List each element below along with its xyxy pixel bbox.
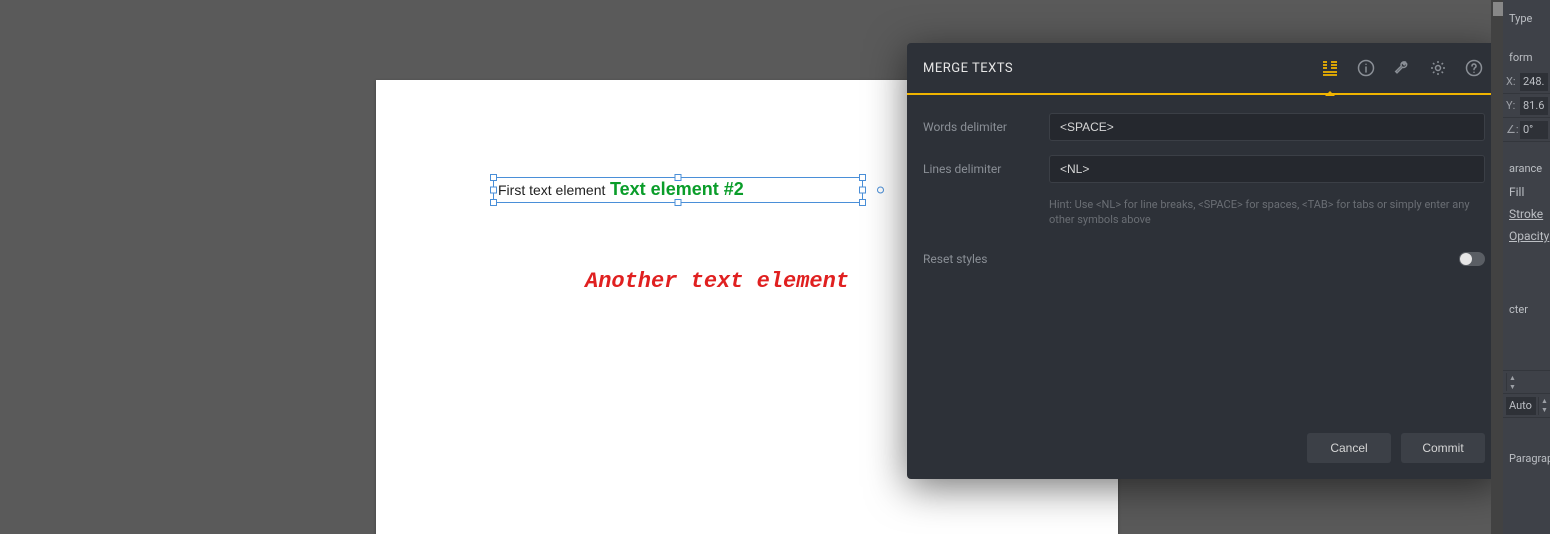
reset-styles-toggle[interactable] [1459, 252, 1485, 266]
appearance-section-title: arance [1503, 156, 1550, 181]
stepper[interactable]: ▲▼ [1538, 397, 1550, 415]
text-element-1[interactable]: First text element [498, 182, 605, 198]
rotation-handle[interactable] [877, 187, 884, 194]
toggle-knob [1460, 253, 1472, 265]
scrollbar-thumb[interactable] [1493, 2, 1503, 16]
auto-row: ▲▼ [1503, 370, 1550, 394]
dialog-body: Words delimiter Lines delimiter Hint: Us… [907, 95, 1501, 419]
merge-texts-dialog: MERGE TEXTS Words delimiter Lines d [907, 43, 1501, 479]
dialog-footer: Cancel Commit [907, 419, 1501, 479]
angle-row: ∠: 0° [1503, 118, 1550, 142]
y-value[interactable]: 81.6 [1520, 97, 1548, 115]
angle-label: ∠: [1506, 123, 1518, 136]
angle-value[interactable]: 0° [1520, 121, 1548, 139]
words-delimiter-row: Words delimiter [923, 113, 1485, 141]
stroke-link[interactable]: Stroke [1503, 203, 1550, 225]
lines-delimiter-row: Lines delimiter [923, 155, 1485, 183]
x-label: X: [1506, 75, 1518, 88]
auto-value-row: Auto ▲▼ [1503, 394, 1550, 418]
reset-styles-label: Reset styles [923, 252, 988, 266]
wrench-icon[interactable] [1391, 57, 1413, 79]
dialog-title: MERGE TEXTS [923, 61, 1319, 76]
selection-handle-sw[interactable] [490, 199, 497, 206]
type-section-title: Type [1503, 6, 1550, 31]
commit-button[interactable]: Commit [1401, 433, 1485, 463]
words-delimiter-label: Words delimiter [923, 120, 1033, 134]
help-icon[interactable] [1463, 57, 1485, 79]
stepper[interactable]: ▲▼ [1506, 373, 1518, 391]
transform-section-title: form [1503, 45, 1550, 70]
info-icon[interactable] [1355, 57, 1377, 79]
selection-handle-nw[interactable] [490, 174, 497, 181]
lines-delimiter-label: Lines delimiter [923, 162, 1033, 176]
text-element-2[interactable]: Text element #2 [610, 179, 744, 200]
options-tab-icon[interactable] [1319, 57, 1341, 79]
dialog-header: MERGE TEXTS [907, 43, 1501, 95]
gear-icon[interactable] [1427, 57, 1449, 79]
words-delimiter-input[interactable] [1049, 113, 1485, 141]
paragraph-section-title: Paragraph [1503, 446, 1550, 471]
auto-value[interactable]: Auto [1506, 397, 1536, 415]
properties-panel: Type form X: 248. Y: 81.6 ∠: 0° arance F… [1503, 0, 1550, 534]
cancel-button[interactable]: Cancel [1307, 433, 1391, 463]
y-label: Y: [1506, 99, 1518, 112]
selection-handle-s[interactable] [675, 199, 682, 206]
text-element-3[interactable]: Another text element [585, 269, 849, 294]
delimiter-hint: Hint: Use <NL> for line breaks, <SPACE> … [1049, 197, 1485, 228]
dialog-tabs [1319, 57, 1485, 79]
y-row: Y: 81.6 [1503, 94, 1550, 118]
selection-handle-ne[interactable] [859, 174, 866, 181]
opacity-link[interactable]: Opacity [1503, 225, 1550, 247]
x-value[interactable]: 248. [1520, 73, 1548, 91]
character-section-title: cter [1503, 297, 1550, 322]
fill-link[interactable]: Fill [1503, 181, 1550, 203]
selection-handle-e[interactable] [859, 187, 866, 194]
selection-handle-se[interactable] [859, 199, 866, 206]
reset-styles-row: Reset styles [923, 252, 1485, 266]
lines-delimiter-input[interactable] [1049, 155, 1485, 183]
selection-handle-w[interactable] [490, 187, 497, 194]
x-row: X: 248. [1503, 70, 1550, 94]
